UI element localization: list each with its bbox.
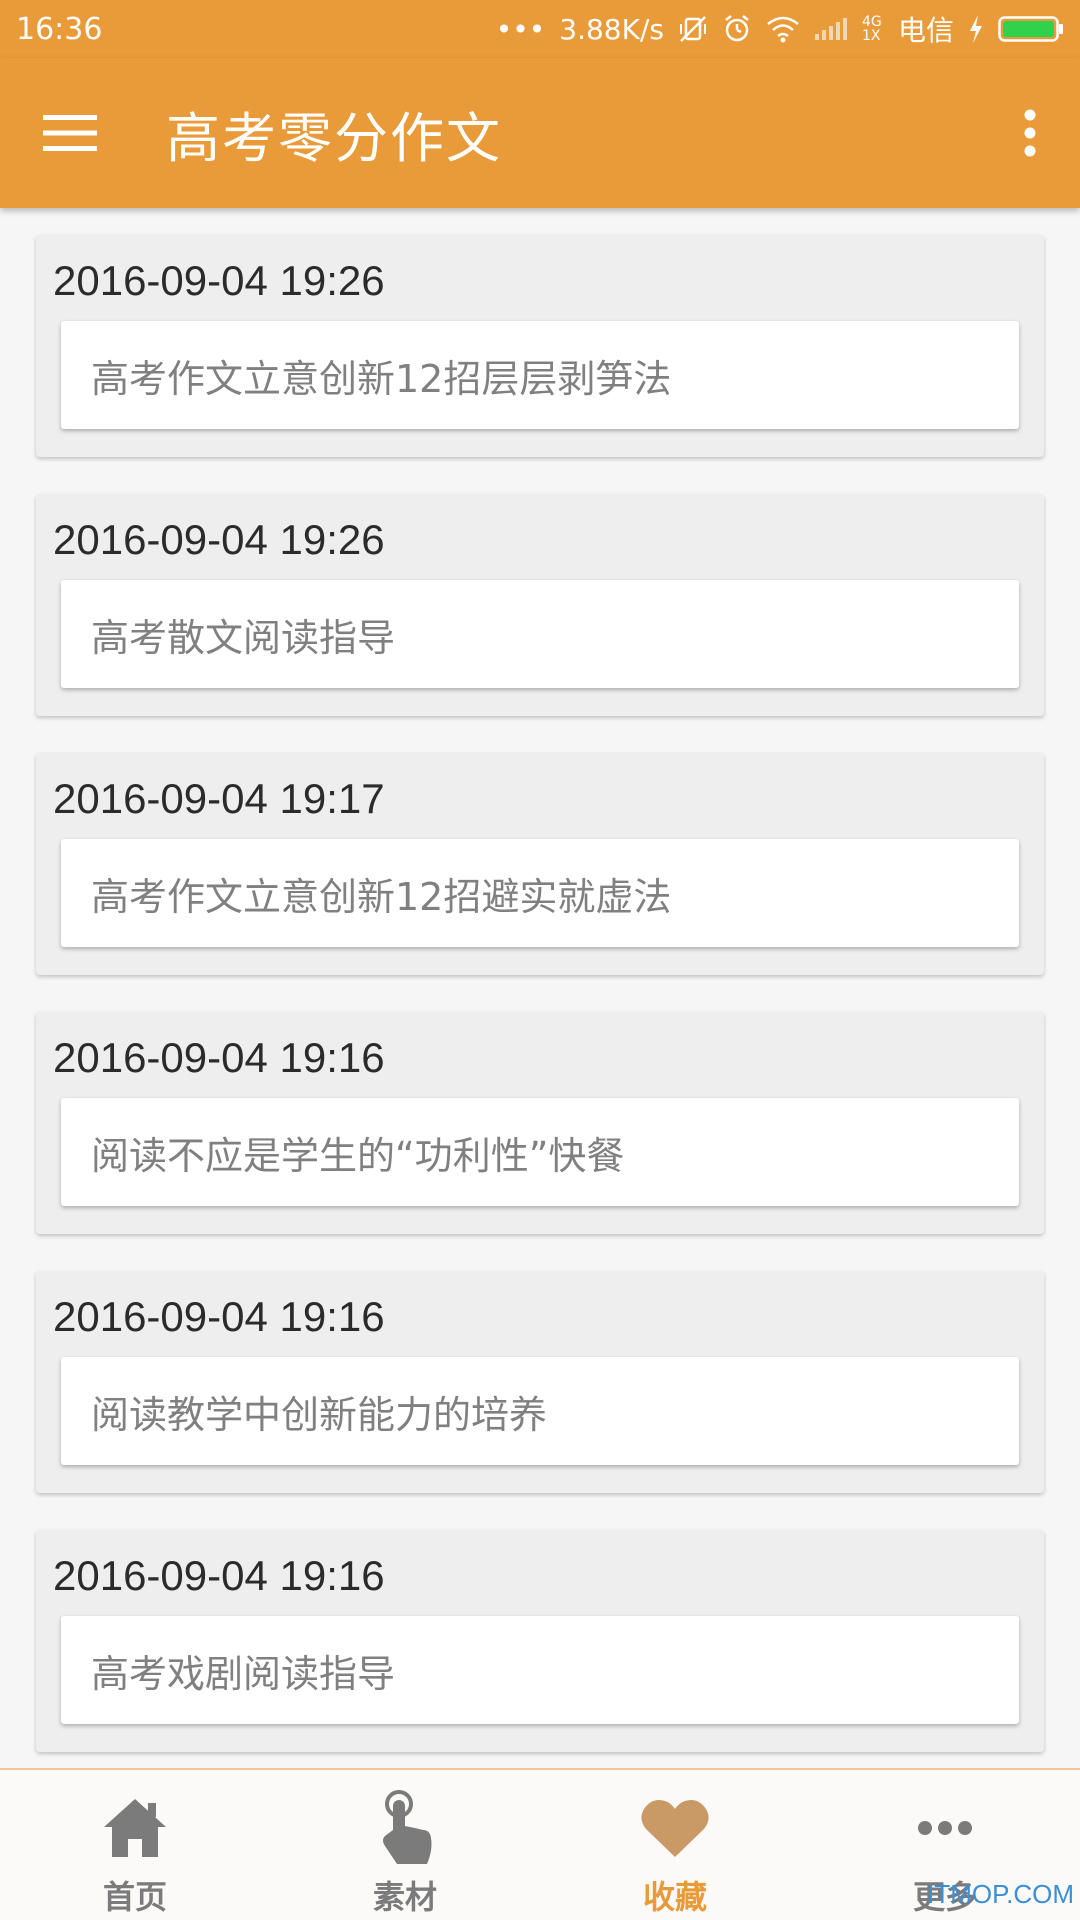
- favorite-title-box[interactable]: 阅读教学中创新能力的培养: [61, 1357, 1019, 1465]
- favorite-date: 2016-09-04 19:16: [53, 1034, 385, 1081]
- favorite-date: 2016-09-04 19:16: [53, 1552, 385, 1599]
- bottom-navigation: 首页 素材 收藏 更多: [0, 1768, 1080, 1920]
- nav-label-material: 素材: [372, 1878, 437, 1916]
- favorite-card[interactable]: 2016-09-04 19:16 阅读不应是学生的“功利性”快餐: [36, 1012, 1044, 1234]
- network-type: 4G 1X: [861, 14, 882, 44]
- favorite-card[interactable]: 2016-09-04 19:17 高考作文立意创新12招避实就虚法: [36, 753, 1044, 975]
- carrier-name: 电信: [897, 14, 954, 47]
- favorite-title-box[interactable]: 阅读不应是学生的“功利性”快餐: [61, 1098, 1019, 1206]
- home-icon: [95, 1790, 175, 1866]
- hamburger-menu-icon: [43, 115, 97, 151]
- app-toolbar: 高考零分作文: [0, 58, 1080, 208]
- menu-button[interactable]: [0, 58, 140, 208]
- wifi-icon: [766, 15, 800, 43]
- favorite-title: 高考作文立意创新12招层层剥笋法: [91, 356, 672, 401]
- nav-label-favorites: 收藏: [642, 1878, 707, 1916]
- charging-icon: [968, 15, 984, 43]
- favorite-title-box[interactable]: 高考散文阅读指导: [61, 580, 1019, 688]
- favorite-title-box[interactable]: 高考作文立意创新12招避实就虚法: [61, 839, 1019, 947]
- vibrate-off-icon: [678, 14, 708, 44]
- favorite-card[interactable]: 2016-09-04 19:16 高考戏剧阅读指导: [36, 1530, 1044, 1752]
- nav-item-favorites[interactable]: 收藏: [540, 1770, 810, 1920]
- more-horizontal-icon: [905, 1790, 985, 1866]
- heart-icon: [635, 1790, 715, 1866]
- favorite-card[interactable]: 2016-09-04 19:26 高考作文立意创新12招层层剥笋法: [36, 235, 1044, 457]
- status-time: 16:36: [16, 11, 103, 47]
- nav-item-home[interactable]: 首页: [0, 1770, 270, 1920]
- more-options-button[interactable]: [980, 58, 1080, 208]
- favorite-date: 2016-09-04 19:26: [53, 257, 385, 304]
- favorite-title: 阅读不应是学生的“功利性”快餐: [91, 1133, 625, 1178]
- favorite-title: 高考作文立意创新12招避实就虚法: [91, 874, 672, 919]
- nav-label-home: 首页: [102, 1878, 167, 1916]
- more-vertical-icon: [1024, 109, 1036, 157]
- network-speed: 3.88K/s: [559, 12, 664, 46]
- alarm-icon: [722, 14, 752, 44]
- favorite-date: 2016-09-04 19:17: [53, 775, 385, 822]
- page-title: 高考零分作文: [166, 106, 502, 170]
- favorite-card[interactable]: 2016-09-04 19:26 高考散文阅读指导: [36, 494, 1044, 716]
- favorite-title: 阅读教学中创新能力的培养: [91, 1392, 548, 1437]
- favorite-title-box[interactable]: 高考戏剧阅读指导: [61, 1616, 1019, 1724]
- status-bar: 16:36 ••• 3.88K/s 4G 1X 电信: [0, 0, 1080, 58]
- favorite-card[interactable]: 2016-09-04 19:16 阅读教学中创新能力的培养: [36, 1271, 1044, 1493]
- favorite-date: 2016-09-04 19:16: [53, 1293, 385, 1340]
- battery-icon: [998, 14, 1064, 44]
- status-icons: ••• 3.88K/s 4G 1X 电信: [496, 9, 1064, 49]
- notification-overflow-icon: •••: [495, 12, 546, 46]
- nav-item-material[interactable]: 素材: [270, 1770, 540, 1920]
- favorite-date: 2016-09-04 19:26: [53, 516, 385, 563]
- favorite-title-box[interactable]: 高考作文立意创新12招层层剥笋法: [61, 321, 1019, 429]
- favorite-title: 高考戏剧阅读指导: [91, 1651, 396, 1696]
- touch-hand-icon: [365, 1790, 445, 1866]
- favorite-title: 高考散文阅读指导: [91, 615, 396, 660]
- watermark: ITMOP.COM: [927, 1879, 1074, 1909]
- signal-icon: [814, 16, 848, 42]
- favorites-list[interactable]: 2016-09-04 19:26 高考作文立意创新12招层层剥笋法 2016-0…: [0, 208, 1080, 1768]
